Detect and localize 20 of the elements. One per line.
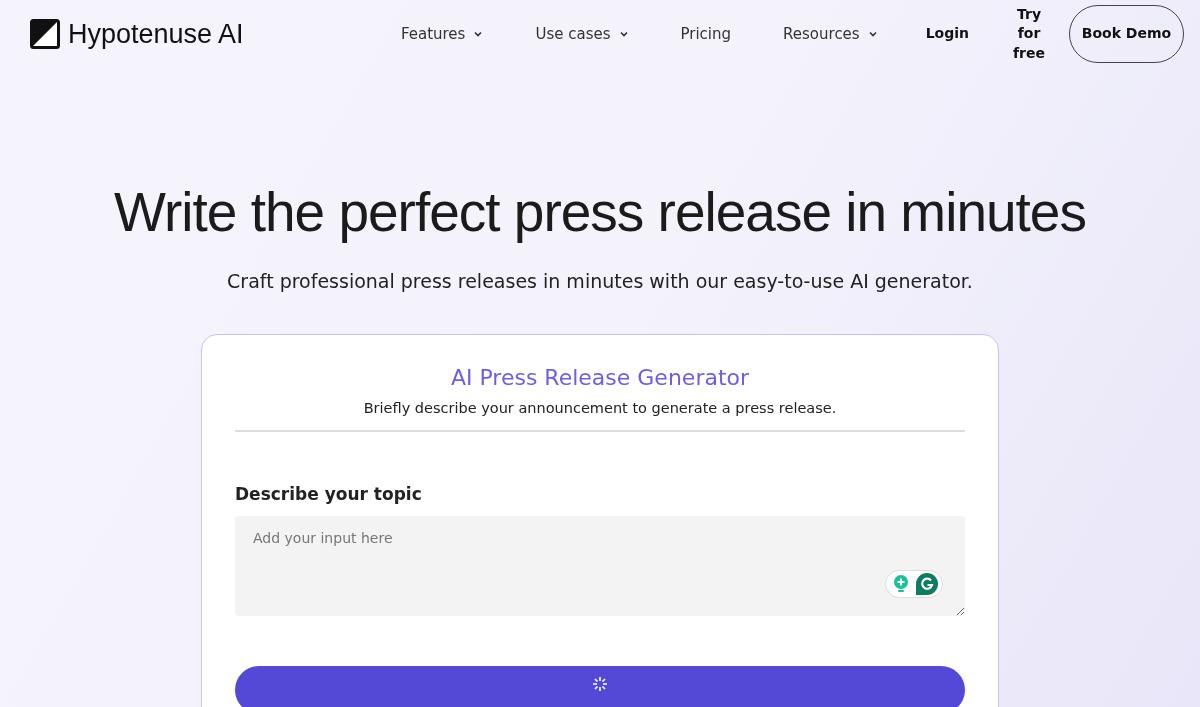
chevron-down-icon xyxy=(867,29,878,39)
sparkle-icon xyxy=(592,676,608,692)
nav-menu-button[interactable]: Resources xyxy=(757,25,904,43)
logo-icon[interactable] xyxy=(30,19,60,49)
chevron-down-icon xyxy=(618,29,629,39)
g-logo-icon[interactable] xyxy=(916,573,938,595)
brand-name[interactable]: Hypotenuse AI xyxy=(68,18,244,50)
nav-link[interactable]: Pricing xyxy=(654,25,758,43)
chevron-down-icon xyxy=(473,29,484,39)
nav-link[interactable]: Login xyxy=(903,24,991,44)
field-label: Describe your topic xyxy=(235,484,423,504)
card-title: AI Press Release Generator xyxy=(449,365,751,390)
writing-assistant-widget[interactable] xyxy=(885,570,943,598)
hero-subtitle: Craft professional press releases in minutes with our easy-to-use AI generator. xyxy=(226,270,974,292)
card-description: Briefly describe your announcement to generate a press release. xyxy=(362,400,838,416)
nav-menu-button[interactable]: Features xyxy=(374,25,510,43)
hero-heading: Write the perfect press release in minutes xyxy=(113,180,1087,244)
nav-link[interactable]: Try for free xyxy=(991,4,1061,64)
nav-menu-button[interactable]: Use cases xyxy=(509,25,655,43)
topic-input-field[interactable]: Add your input here xyxy=(235,516,965,616)
